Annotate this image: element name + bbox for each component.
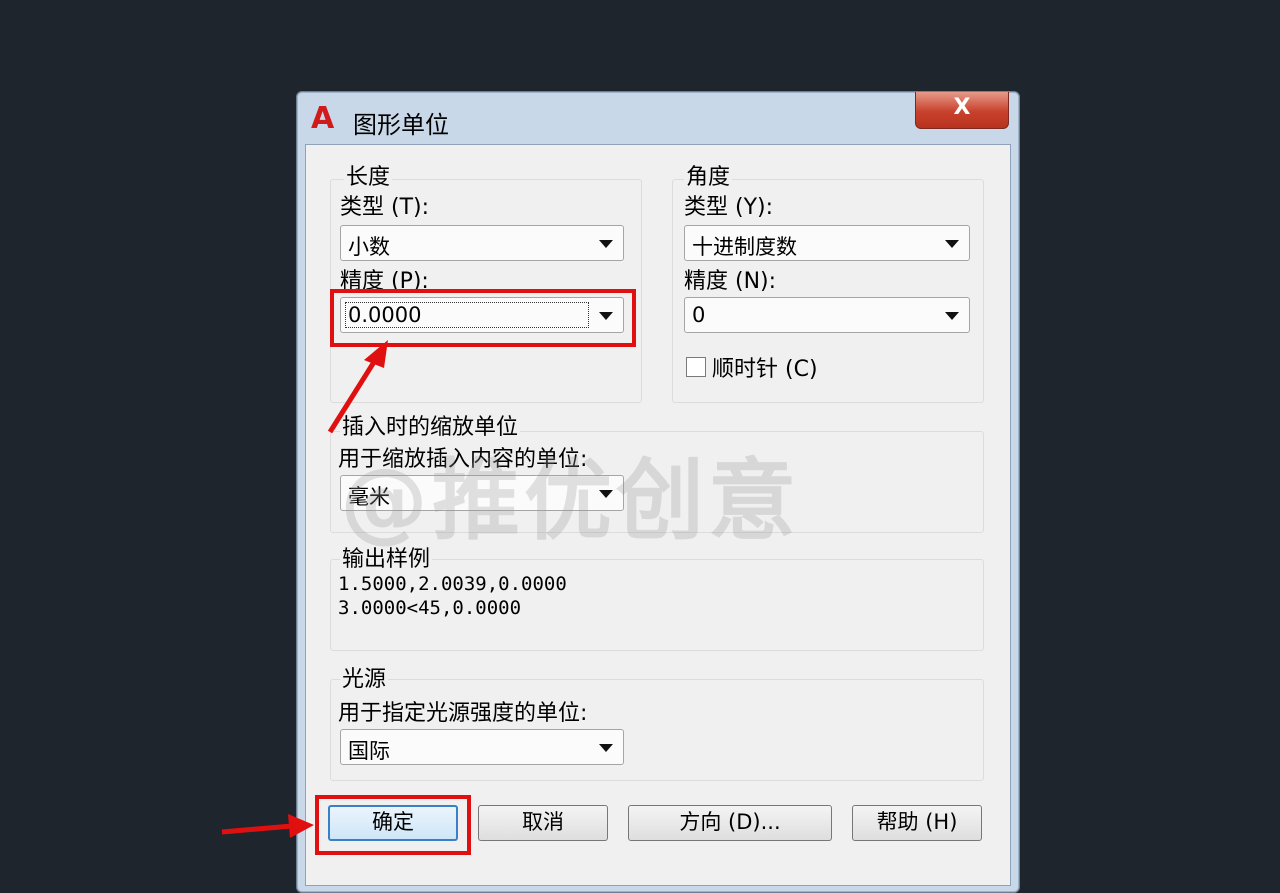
arrow-to-ok-button	[221, 814, 314, 838]
watermark-text: @推优创意	[340, 449, 801, 552]
annotation-arrows	[221, 340, 388, 838]
arrow-to-precision	[327, 340, 388, 434]
